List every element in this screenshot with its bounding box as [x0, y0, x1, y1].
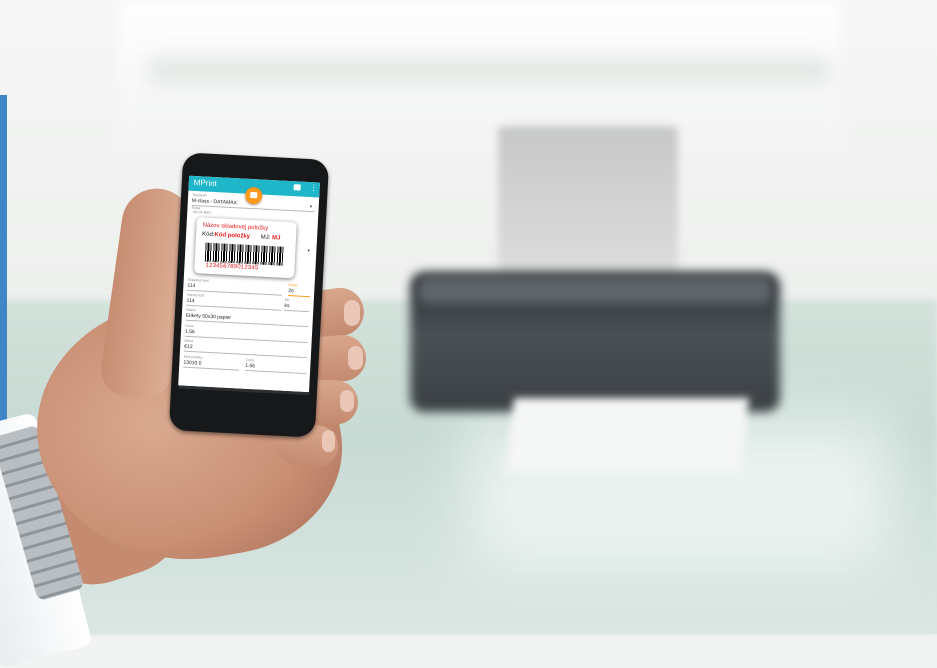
unit-field[interactable]: ks: [284, 303, 289, 309]
preview-code-value: Kód položky: [214, 232, 251, 240]
camera-icon[interactable]: [293, 184, 301, 191]
currency-field[interactable]: €12: [184, 344, 193, 350]
quantity-label: Počet: [288, 283, 298, 288]
price-underline: [184, 335, 308, 344]
currency-label: Mena: [184, 338, 194, 344]
unit-label: MJ: [284, 297, 290, 303]
printer-dropdown-icon[interactable]: ▾: [310, 204, 313, 210]
internal-code-field[interactable]: 114: [186, 298, 194, 304]
quantity-field[interactable]: 25: [288, 288, 294, 294]
phone-screen: MPrint ⋮ Tlačiareň M-class - DATAMAX ▾ Š…: [178, 175, 320, 393]
printer-label: Tlačiareň: [192, 192, 207, 198]
nail-ring: [340, 390, 354, 412]
preview-code-row: Kód:Kód položky MJ: MJ: [202, 231, 281, 241]
unit-underline: [284, 309, 310, 313]
print-button[interactable]: [244, 186, 263, 205]
stock-code-field[interactable]: 114: [187, 283, 195, 289]
item-code-field[interactable]: 13010.0: [183, 360, 201, 367]
printer-top-panel: [418, 276, 772, 304]
printer-output-paper: [506, 398, 749, 472]
unit-price-underline: [245, 369, 306, 375]
print-icon: [250, 191, 258, 199]
preview-code-label: Kód:: [201, 231, 215, 239]
item-code-underline: [183, 366, 240, 371]
window-frame: [150, 60, 830, 82]
unit-price-label: Cena: [245, 357, 255, 363]
smartphone: MPrint ⋮ Tlačiareň M-class - DATAMAX ▾ Š…: [168, 152, 330, 438]
preview-unit-label: MJ:: [260, 234, 271, 242]
unit-price-field[interactable]: 1.56: [245, 363, 255, 370]
name-label: Názov: [186, 307, 197, 313]
template-select[interactable]: 90x35 BAR: [193, 210, 211, 215]
label-preview: Názov skladovej položky Kód:Kód položky …: [194, 217, 297, 279]
price-label: Cena: [185, 323, 194, 329]
nail-middle: [348, 346, 363, 370]
quantity-underline: [287, 295, 311, 298]
price-field[interactable]: 1.56: [185, 329, 195, 336]
preview-item-name: Názov skladovej položky: [202, 222, 269, 232]
overflow-menu-icon[interactable]: ⋮: [309, 183, 317, 192]
template-dropdown-icon[interactable]: ▾: [307, 248, 310, 254]
nail-little: [322, 430, 335, 452]
barcode: [204, 242, 284, 266]
internal-code-underline: [186, 304, 282, 311]
nail-index: [344, 300, 360, 326]
name-underline: [185, 319, 309, 328]
preview-unit-value: MJ: [271, 235, 281, 242]
app-title: MPrint: [193, 177, 218, 189]
